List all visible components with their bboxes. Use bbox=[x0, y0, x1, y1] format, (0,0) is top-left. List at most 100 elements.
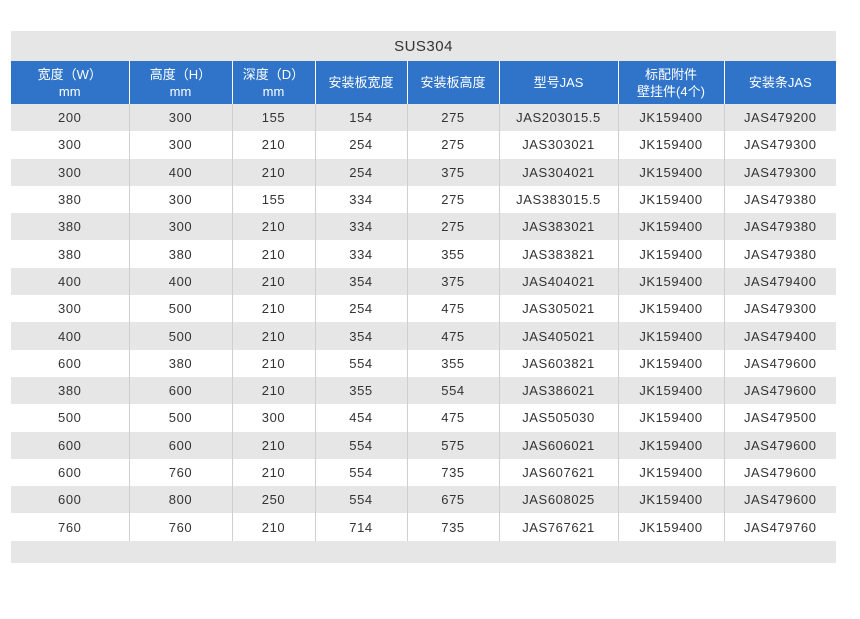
table-row: 600 800 250 554 675 JAS608025 JK159400 JAS47960… bbox=[11, 486, 836, 514]
table-cell: 210 bbox=[231, 322, 315, 350]
header-sublabel: 壁挂件(4个) bbox=[637, 83, 705, 99]
table-cell: JAS505030 bbox=[498, 404, 618, 432]
table-row: 300 300 210 254 275 JAS303021 JK159400 JAS47930… bbox=[11, 131, 836, 159]
table-row: 600 600 210 554 575 JAS606021 JK159400 JAS47960… bbox=[11, 431, 836, 459]
table-cell: 400 bbox=[128, 158, 232, 186]
table-cell: 275 bbox=[406, 104, 499, 132]
table-cell: 300 bbox=[11, 158, 129, 186]
table-cell: 210 bbox=[231, 158, 315, 186]
table-cell: 275 bbox=[406, 131, 499, 159]
table-row: 380 300 155 334 275 JAS383015.5 JK159400 JAS479… bbox=[11, 185, 836, 214]
table-cell: JAS479300 bbox=[723, 295, 836, 323]
table-cell: JAS767621 bbox=[498, 513, 618, 541]
table-cell: 375 bbox=[406, 158, 499, 186]
table-cell: JK159400 bbox=[617, 240, 724, 268]
table-cell: JK159400 bbox=[617, 131, 724, 159]
table-cell: JK159400 bbox=[617, 295, 724, 323]
table-row: 400 500 210 354 475 JAS405021 JK159400 JAS47940… bbox=[11, 322, 836, 350]
table-cell: 300 bbox=[128, 213, 232, 241]
table-cell: 675 bbox=[406, 486, 499, 514]
table-cell: 600 bbox=[128, 376, 232, 405]
table-cell: JAS479400 bbox=[723, 267, 836, 296]
table-cell: JK159400 bbox=[617, 185, 724, 214]
table-cell: 210 bbox=[231, 213, 315, 241]
table-cell: 210 bbox=[231, 431, 315, 459]
header-width: 宽度（W） mm bbox=[11, 61, 129, 104]
header-unit: mm bbox=[58, 83, 81, 99]
table-cell: JK159400 bbox=[617, 158, 724, 186]
table-cell: JAS479300 bbox=[723, 131, 836, 159]
table-row: 380 300 210 334 275 JAS383021 JK159400 JAS47938… bbox=[11, 213, 836, 241]
table-cell: JAS479200 bbox=[723, 104, 836, 132]
table-cell: 380 bbox=[128, 349, 232, 377]
table-cell: 250 bbox=[231, 486, 315, 514]
table-cell: JAS606021 bbox=[498, 431, 618, 459]
table-cell: JAS607621 bbox=[498, 458, 618, 487]
header-unit: mm bbox=[262, 83, 285, 99]
header-height: 高度（H） mm bbox=[128, 61, 232, 104]
header-mount-rail: 安装条JAS bbox=[723, 61, 836, 104]
table-cell: 155 bbox=[231, 185, 315, 214]
table-cell: 210 bbox=[231, 131, 315, 159]
header-label: 安装板高度 bbox=[420, 75, 486, 90]
table-cell: JK159400 bbox=[617, 349, 724, 377]
table-cell: 380 bbox=[128, 240, 232, 268]
table-cell: JK159400 bbox=[617, 486, 724, 514]
table-cell: 500 bbox=[128, 404, 232, 432]
table-cell: 380 bbox=[11, 376, 129, 405]
table-cell: JAS479500 bbox=[723, 404, 836, 432]
table-cell: 554 bbox=[406, 376, 499, 405]
table-body: 200 300 155 154 275 JAS203015.5 JK159400 JAS479… bbox=[11, 104, 836, 541]
table-cell: 300 bbox=[11, 131, 129, 159]
header-label: 安装条JAS bbox=[748, 75, 812, 90]
table-row: 300 500 210 254 475 JAS305021 JK159400 JAS47930… bbox=[11, 295, 836, 323]
table-cell: 600 bbox=[11, 431, 129, 459]
table-cell: 475 bbox=[406, 322, 499, 350]
table-cell: 760 bbox=[128, 458, 232, 487]
table-cell: JK159400 bbox=[617, 267, 724, 296]
header-mount-plate-height: 安装板高度 bbox=[406, 61, 499, 104]
table-cell: 760 bbox=[11, 513, 129, 541]
table-cell: 714 bbox=[314, 513, 407, 541]
table-cell: 210 bbox=[231, 267, 315, 296]
header-depth: 深度（D） mm bbox=[231, 61, 315, 104]
table-header: 宽度（W） mm 高度（H） mm 深度（D） mm 安装板宽度 安装板高度 型号JA… bbox=[11, 61, 836, 104]
table-cell: 554 bbox=[314, 458, 407, 487]
table-cell: 154 bbox=[314, 104, 407, 132]
table-cell: 600 bbox=[11, 486, 129, 514]
table-cell: 275 bbox=[406, 185, 499, 214]
table-cell: 275 bbox=[406, 213, 499, 241]
table-cell: JK159400 bbox=[617, 404, 724, 432]
table-cell: 735 bbox=[406, 513, 499, 541]
table-row: 600 760 210 554 735 JAS607621 JK159400 JAS47960… bbox=[11, 458, 836, 487]
table-cell: JAS383021 bbox=[498, 213, 618, 241]
table-cell: 554 bbox=[314, 349, 407, 377]
table-cell: 300 bbox=[231, 404, 315, 432]
table-cell: 600 bbox=[128, 431, 232, 459]
table-cell: 600 bbox=[11, 349, 129, 377]
table-cell: 454 bbox=[314, 404, 407, 432]
table-cell: JK159400 bbox=[617, 431, 724, 459]
table-cell: JAS479600 bbox=[723, 349, 836, 377]
table-cell: 155 bbox=[231, 104, 315, 132]
header-label: 标配附件 bbox=[644, 66, 697, 82]
table-cell: JAS304021 bbox=[498, 158, 618, 186]
spec-table-container: SUS304 宽度（W） mm 高度（H） mm 深度（D） mm 安装板宽度 安装板… bbox=[11, 31, 836, 563]
table-cell: 210 bbox=[231, 349, 315, 377]
header-accessory: 标配附件 壁挂件(4个) bbox=[617, 61, 724, 104]
table-cell: JK159400 bbox=[617, 104, 724, 132]
table-cell: JAS479300 bbox=[723, 158, 836, 186]
table-cell: JAS479600 bbox=[723, 376, 836, 405]
header-model: 型号JAS bbox=[498, 61, 618, 104]
table-cell: 200 bbox=[11, 104, 129, 132]
table-cell: JAS479380 bbox=[723, 185, 836, 214]
header-label: 深度（D） bbox=[242, 66, 305, 82]
table-row: 760 760 210 714 735 JAS767621 JK159400 JAS47976… bbox=[11, 513, 836, 541]
table-cell: 575 bbox=[406, 431, 499, 459]
table-cell: JK159400 bbox=[617, 322, 724, 350]
table-cell: 254 bbox=[314, 131, 407, 159]
table-row: 300 400 210 254 375 JAS304021 JK159400 JAS47930… bbox=[11, 158, 836, 186]
table-cell: 210 bbox=[231, 376, 315, 405]
table-cell: JAS603821 bbox=[498, 349, 618, 377]
header-label: 型号JAS bbox=[533, 75, 584, 90]
